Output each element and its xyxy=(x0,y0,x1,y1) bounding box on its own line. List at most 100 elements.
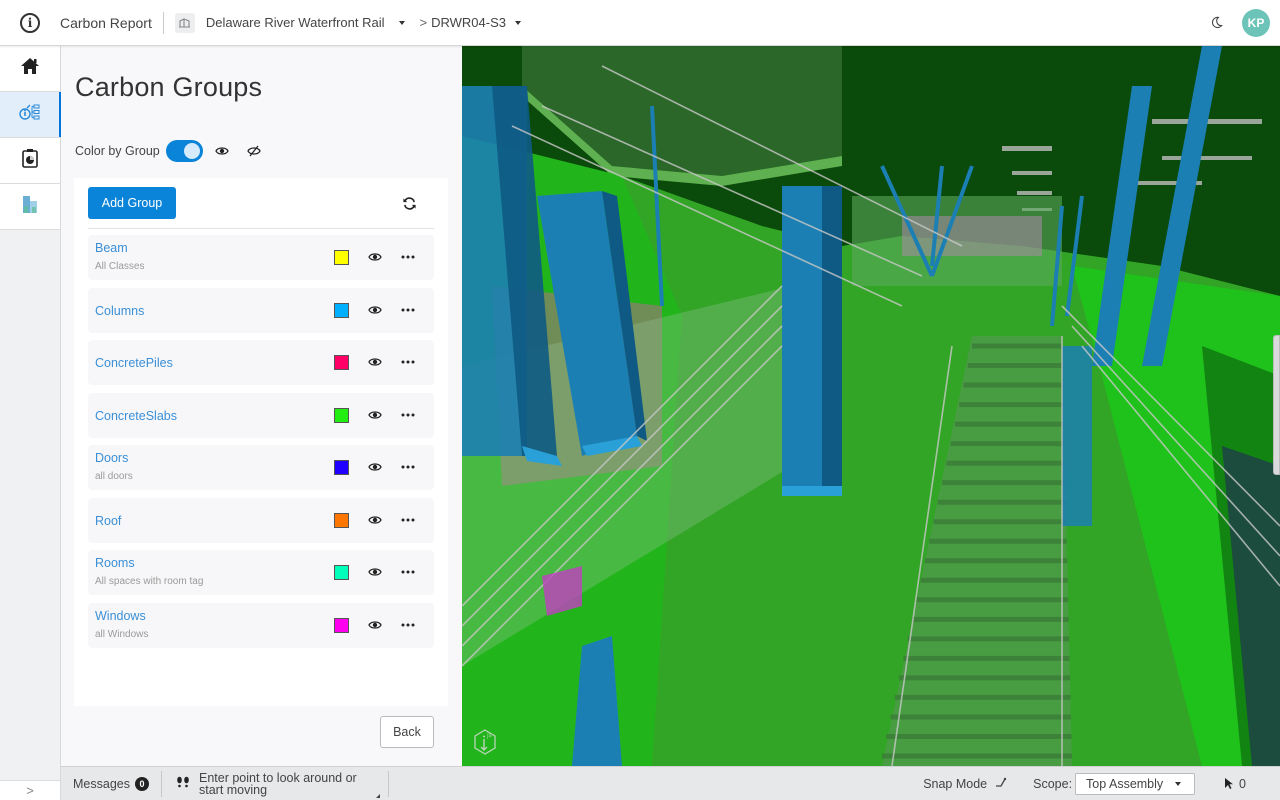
more-options-icon[interactable] xyxy=(399,301,417,319)
eye-icon[interactable] xyxy=(366,458,384,476)
group-name[interactable]: ConcretePiles xyxy=(95,356,173,370)
group-name[interactable]: Doors xyxy=(95,451,128,465)
toggle-knob xyxy=(184,143,200,159)
group-color-swatch[interactable] xyxy=(334,303,349,318)
group-description: all Windows xyxy=(95,629,148,640)
status-divider xyxy=(161,771,162,797)
more-options-icon[interactable] xyxy=(399,616,417,634)
card-divider xyxy=(88,228,434,229)
messages-label: Messages xyxy=(73,777,130,791)
group-description: All Classes xyxy=(95,261,144,272)
3d-viewport[interactable]: js xyxy=(462,46,1280,766)
group-color-swatch[interactable] xyxy=(334,460,349,475)
messages-button[interactable]: Messages 0 xyxy=(73,777,149,791)
group-name[interactable]: Columns xyxy=(95,304,144,318)
carbon-groups-panel: Carbon Groups Color by Group Add Group B… xyxy=(61,46,462,766)
color-by-group-row: Color by Group xyxy=(75,140,263,162)
group-description: All spaces with room tag xyxy=(95,576,203,587)
eye-icon[interactable] xyxy=(366,248,384,266)
scope-select[interactable]: Top Assembly xyxy=(1075,773,1195,795)
moon-icon[interactable] xyxy=(1207,14,1225,32)
refresh-icon[interactable] xyxy=(400,194,418,212)
group-name[interactable]: Windows xyxy=(95,609,146,623)
group-name[interactable]: ConcreteSlabs xyxy=(95,409,177,423)
more-options-icon[interactable] xyxy=(399,406,417,424)
hide-all-eye-slash-icon[interactable] xyxy=(245,142,263,160)
group-color-swatch[interactable] xyxy=(334,618,349,633)
eye-icon[interactable] xyxy=(366,563,384,581)
groups-icon xyxy=(19,103,41,126)
scope-control: Scope: Top Assembly xyxy=(1033,773,1195,795)
scope-label: Scope: xyxy=(1033,777,1072,791)
group-item[interactable]: Doors all doors xyxy=(88,445,434,490)
breadcrumb-separator: > xyxy=(420,15,428,30)
viewport-scrollbar[interactable] xyxy=(1273,335,1280,475)
group-item[interactable]: ConcretePiles xyxy=(88,340,434,385)
imodel-selector[interactable]: DRWR04-S3 xyxy=(431,15,506,30)
model-render xyxy=(462,46,1280,766)
eye-icon[interactable] xyxy=(366,353,384,371)
color-by-group-toggle[interactable] xyxy=(166,140,203,162)
itwin-info-icon[interactable]: i xyxy=(20,13,40,33)
tool-prompt: Enter point to look around or start movi… xyxy=(199,772,380,796)
eye-icon[interactable] xyxy=(366,511,384,529)
buildings-icon xyxy=(21,194,39,219)
scope-value: Top Assembly xyxy=(1086,777,1163,791)
more-options-icon[interactable] xyxy=(399,353,417,371)
selection-count[interactable]: 0 xyxy=(1224,777,1246,791)
project-dropdown-icon[interactable] xyxy=(399,21,405,25)
app-title: Carbon Report xyxy=(60,15,152,31)
panel-title: Carbon Groups xyxy=(75,72,262,103)
group-item[interactable]: Columns xyxy=(88,288,434,333)
group-name[interactable]: Roof xyxy=(95,514,121,528)
group-item[interactable]: Roof xyxy=(88,498,434,543)
group-color-swatch[interactable] xyxy=(334,408,349,423)
group-item[interactable]: Windows all Windows xyxy=(88,603,434,648)
chevron-down-icon xyxy=(1175,782,1181,786)
rail-item-buildings[interactable] xyxy=(0,184,60,230)
imodel-dropdown-icon[interactable] xyxy=(515,21,521,25)
group-name[interactable]: Beam xyxy=(95,241,128,255)
group-item[interactable]: Rooms All spaces with room tag xyxy=(88,550,434,595)
footprints-icon xyxy=(176,776,190,791)
status-divider xyxy=(388,771,389,797)
group-color-swatch[interactable] xyxy=(334,565,349,580)
home-icon xyxy=(20,57,40,80)
group-color-swatch[interactable] xyxy=(334,513,349,528)
color-by-group-label: Color by Group xyxy=(75,144,160,158)
group-item[interactable]: ConcreteSlabs xyxy=(88,393,434,438)
clipboard-chart-icon xyxy=(22,148,38,173)
group-color-swatch[interactable] xyxy=(334,250,349,265)
imodeljs-logo-icon: js xyxy=(472,728,498,758)
group-list: Beam All Classes Columns ConcretePiles Concr… xyxy=(88,235,434,655)
tool-expand-icon xyxy=(376,794,380,798)
selection-count-value: 0 xyxy=(1239,777,1246,791)
groups-card: Add Group Beam All Classes Columns Concrete… xyxy=(74,178,448,706)
show-all-eye-icon[interactable] xyxy=(213,142,231,160)
rail-item-carbon-groups[interactable] xyxy=(0,92,60,138)
expand-rail-button[interactable]: > xyxy=(0,780,60,800)
more-options-icon[interactable] xyxy=(399,563,417,581)
snap-icon xyxy=(995,776,1007,791)
more-options-icon[interactable] xyxy=(399,248,417,266)
eye-icon[interactable] xyxy=(366,301,384,319)
add-group-button[interactable]: Add Group xyxy=(88,187,176,219)
more-options-icon[interactable] xyxy=(399,511,417,529)
group-color-swatch[interactable] xyxy=(334,355,349,370)
snap-mode-button[interactable]: Snap Mode xyxy=(923,776,1007,791)
tool-assistance[interactable]: Enter point to look around or start movi… xyxy=(176,772,380,796)
project-selector[interactable]: Delaware River Waterfront Rail xyxy=(206,15,385,30)
group-item[interactable]: Beam All Classes xyxy=(88,235,434,280)
group-name[interactable]: Rooms xyxy=(95,556,135,570)
more-options-icon[interactable] xyxy=(399,458,417,476)
eye-icon[interactable] xyxy=(366,406,384,424)
group-description: all doors xyxy=(95,471,133,482)
rail-item-report[interactable] xyxy=(0,138,60,184)
rail-item-home[interactable] xyxy=(0,46,60,92)
eye-icon[interactable] xyxy=(366,616,384,634)
left-navigation-rail: > xyxy=(0,46,61,800)
back-button[interactable]: Back xyxy=(380,716,434,748)
user-avatar[interactable]: KP xyxy=(1242,9,1270,37)
messages-count-badge: 0 xyxy=(135,777,149,791)
project-building-icon xyxy=(175,13,195,33)
